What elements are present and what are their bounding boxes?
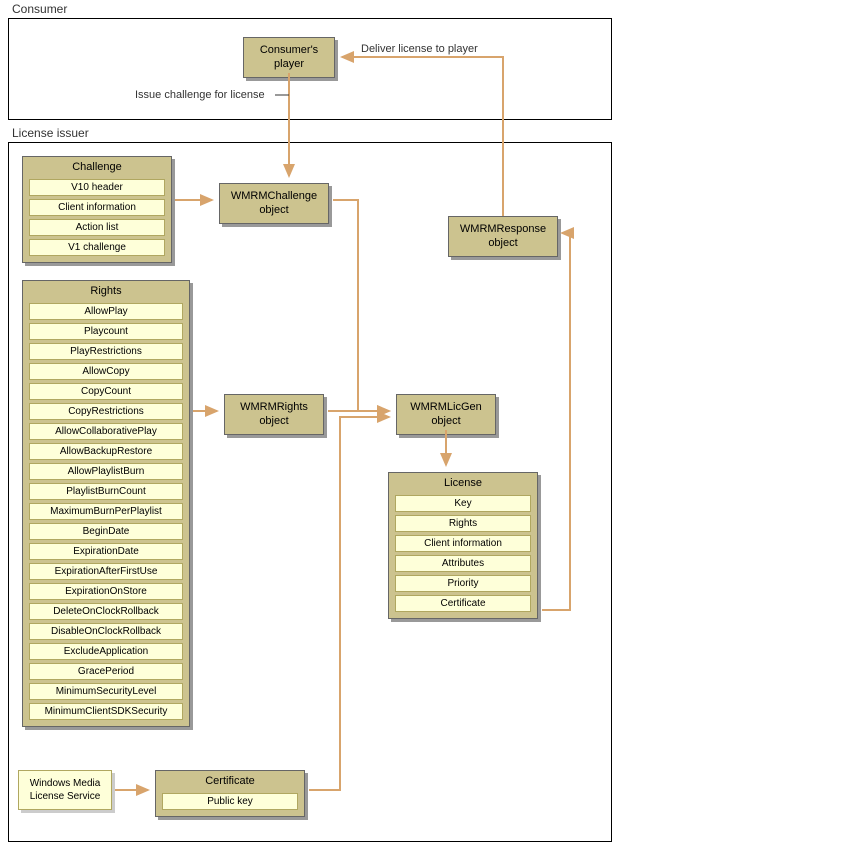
rights-item: ExpirationAfterFirstUse <box>29 563 183 580</box>
wmrmchallenge-line2: object <box>259 204 288 216</box>
wmrmchallenge-line1: WMRMChallenge <box>231 190 317 202</box>
rights-item: Playcount <box>29 323 183 340</box>
rights-item: AllowPlaylistBurn <box>29 463 183 480</box>
rights-item: BeginDate <box>29 523 183 540</box>
license-issuer-label: License issuer <box>12 126 89 140</box>
rights-item: ExpirationDate <box>29 543 183 560</box>
challenge-item: Client information <box>29 199 165 216</box>
rights-item: DisableOnClockRollback <box>29 623 183 640</box>
consumer-label: Consumer <box>12 2 67 16</box>
rights-item: PlayRestrictions <box>29 343 183 360</box>
challenge-item: V1 challenge <box>29 239 165 256</box>
license-item: Client information <box>395 535 531 552</box>
rights-item: AllowCopy <box>29 363 183 380</box>
wmrmrights-line2: object <box>259 415 288 427</box>
wmrmlicgen-box: WMRMLicGen object <box>396 394 496 435</box>
license-item: Key <box>395 495 531 512</box>
license-title: License <box>389 473 537 492</box>
rights-item: AllowCollaborativePlay <box>29 423 183 440</box>
rights-item: DeleteOnClockRollback <box>29 603 183 620</box>
certificate-box: Certificate Public key <box>155 770 305 817</box>
rights-item: AllowPlay <box>29 303 183 320</box>
windows-media-box: Windows Media License Service <box>18 770 112 810</box>
license-item: Rights <box>395 515 531 532</box>
wmrmchallenge-box: WMRMChallenge object <box>219 183 329 224</box>
windows-media-line2: License Service <box>30 791 101 802</box>
challenge-item: Action list <box>29 219 165 236</box>
wmrmresponse-line1: WMRMResponse <box>460 223 546 235</box>
wmrmresponse-box: WMRMResponse object <box>448 216 558 257</box>
certificate-item: Public key <box>162 793 298 810</box>
certificate-title: Certificate <box>156 771 304 790</box>
rights-item: MinimumClientSDKSecurity <box>29 703 183 720</box>
license-item: Certificate <box>395 595 531 612</box>
rights-item: MinimumSecurityLevel <box>29 683 183 700</box>
license-item: Priority <box>395 575 531 592</box>
rights-title: Rights <box>23 281 189 300</box>
wmrmresponse-line2: object <box>488 237 517 249</box>
rights-item: AllowBackupRestore <box>29 443 183 460</box>
rights-item: MaximumBurnPerPlaylist <box>29 503 183 520</box>
deliver-license-label: Deliver license to player <box>361 43 478 55</box>
issue-challenge-label: Issue challenge for license <box>135 89 265 101</box>
rights-item: ExcludeApplication <box>29 643 183 660</box>
rights-item: ExpirationOnStore <box>29 583 183 600</box>
consumers-player-line1: Consumer's <box>260 44 318 56</box>
challenge-item: V10 header <box>29 179 165 196</box>
wmrmlicgen-line1: WMRMLicGen <box>410 401 482 413</box>
wmrmlicgen-line2: object <box>431 415 460 427</box>
challenge-box: Challenge V10 header Client information … <box>22 156 172 263</box>
rights-item: CopyCount <box>29 383 183 400</box>
rights-item: CopyRestrictions <box>29 403 183 420</box>
windows-media-line1: Windows Media <box>30 778 101 789</box>
rights-item: GracePeriod <box>29 663 183 680</box>
license-box: License Key Rights Client information At… <box>388 472 538 619</box>
consumers-player-box: Consumer's player <box>243 37 335 78</box>
wmrmrights-box: WMRMRights object <box>224 394 324 435</box>
wmrmrights-line1: WMRMRights <box>240 401 308 413</box>
challenge-title: Challenge <box>23 157 171 176</box>
rights-box: Rights AllowPlay Playcount PlayRestricti… <box>22 280 190 727</box>
rights-item: PlaylistBurnCount <box>29 483 183 500</box>
consumers-player-line2: player <box>274 58 304 70</box>
license-item: Attributes <box>395 555 531 572</box>
